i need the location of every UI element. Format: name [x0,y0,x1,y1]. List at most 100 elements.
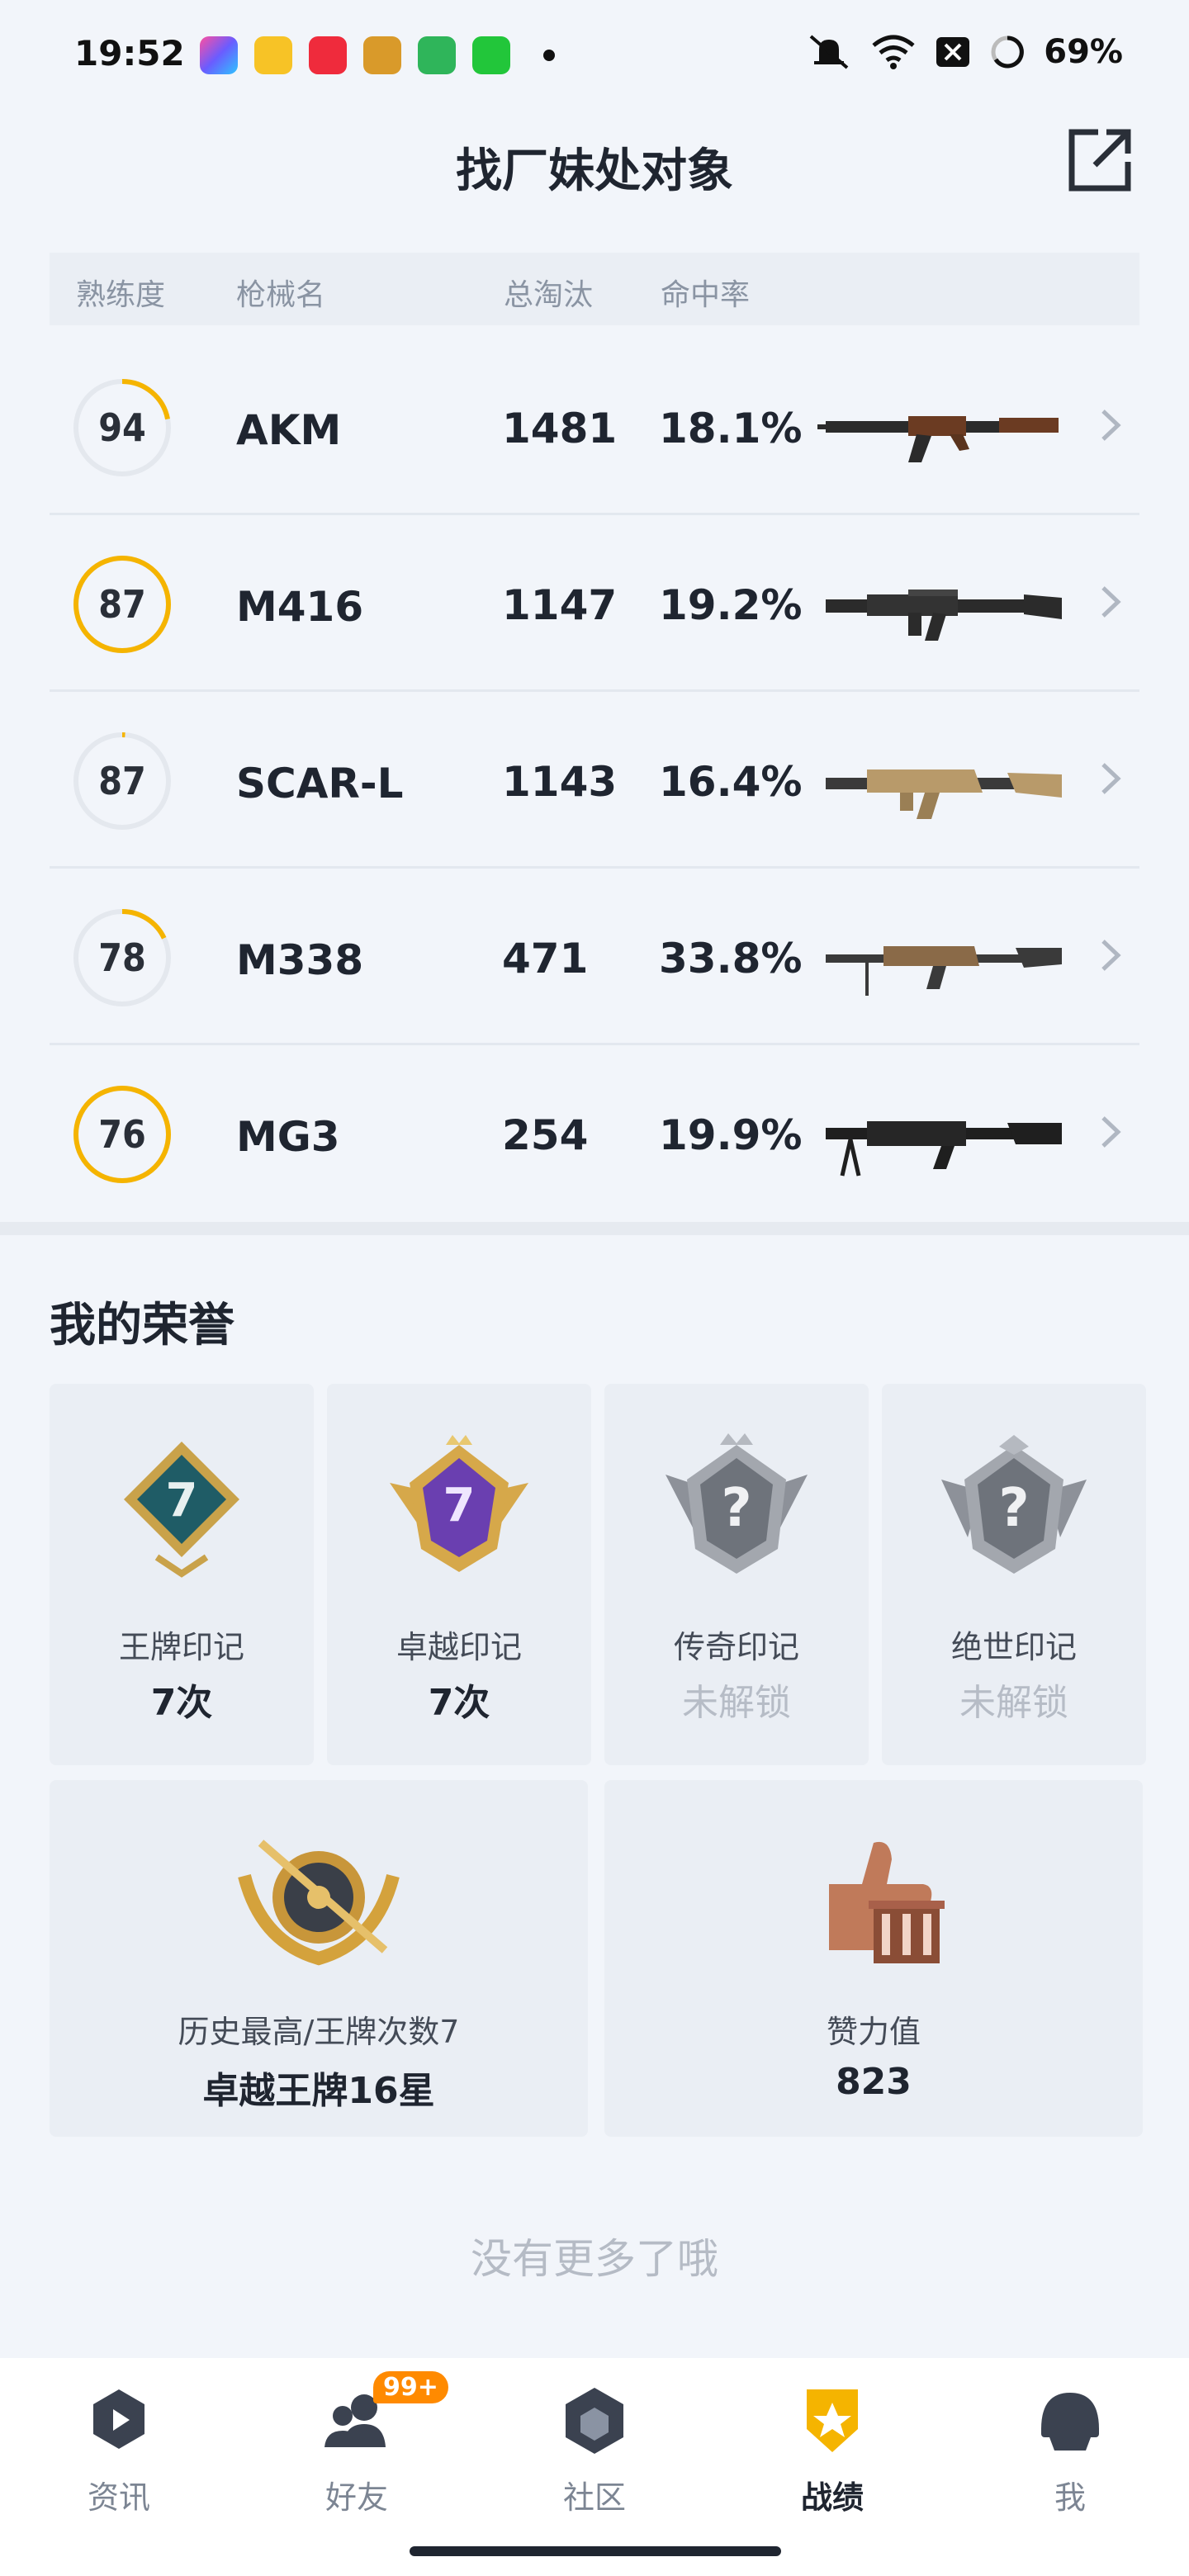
news-icon [93,2389,144,2449]
community-icon [566,2388,623,2454]
header-hitrate: 命中率 [661,278,751,312]
app-target-icon [254,36,292,74]
weapon-row[interactable]: 94 AKM 1481 18.1% [50,339,1139,515]
svg-text:7: 7 [166,1474,198,1527]
weapon-name: M338 [236,936,364,984]
proficiency-value: 87 [98,759,146,803]
weapon-row[interactable]: 87 SCAR-L 1143 16.4% [50,692,1139,869]
badge-label: 卓越印记 [396,1629,522,1665]
header-weapon: 枪械名 [236,278,326,312]
hitrate-value: 19.2% [659,581,803,629]
highest-rank-label: 历史最高/王牌次数7 [178,2014,460,2050]
mg3-gun-icon [826,1121,1062,1177]
badge-value-locked: 未解锁 [682,1682,791,1724]
battery-ring-icon [989,34,1026,70]
weapon-table: 94 AKM 1481 18.1% 87 M416 1147 19.2% 87 … [50,339,1139,1222]
badge-value-locked: 未解锁 [959,1682,1068,1724]
proficiency-ring: 87 [71,553,173,656]
proficiency-ring: 87 [71,730,173,832]
badge-label: 传奇印记 [673,1629,799,1665]
akm-gun-icon [817,416,1059,462]
honor-card-ace[interactable]: 7 王牌印记 7次 [50,1384,314,1765]
music-icon [309,36,347,74]
header-kills: 总淘汰 [504,278,594,312]
share-button[interactable] [1065,125,1135,195]
home-indicator[interactable] [410,2546,781,2556]
svg-text:?: ? [998,1478,1029,1539]
weapon-row[interactable]: 87 M416 1147 19.2% [50,515,1139,692]
weapon-row[interactable]: 76 MG3 254 19.9% [50,1045,1139,1222]
badge-label: 绝世印记 [950,1629,1077,1665]
peerless-badge-locked-icon: ? [941,1435,1087,1574]
weapon-row[interactable]: 78 M338 471 33.8% [50,869,1139,1045]
honor-card-legend[interactable]: ? 传奇印记 未解锁 [604,1384,869,1765]
hitrate-value: 19.9% [659,1111,803,1159]
weapon-name: M416 [236,583,364,631]
likes-card[interactable]: 赞力值 823 [604,1780,1143,2137]
game-icon [363,36,401,74]
system-icons: 69% [806,33,1123,71]
header-proficiency: 熟练度 [76,278,166,312]
nav-friends[interactable]: 99+ 好友 [274,2371,448,2531]
badge-value: 7次 [428,1682,490,1724]
nav-record[interactable]: 战绩 [750,2383,915,2531]
hitrate-value: 33.8% [659,935,803,983]
chevron-right-icon [1101,1116,1121,1148]
bottom-nav: 资讯 99+ 好友 社区 战绩 我 [0,2358,1189,2576]
shield-app-icon [418,36,456,74]
battery-percent: 69% [1044,33,1123,71]
friends-badge: 99+ [373,2371,448,2403]
badge-label: 王牌印记 [118,1629,244,1665]
header: 找厂妹处对象 [0,116,1189,215]
nav-me[interactable]: 我 [988,2383,1153,2531]
honor-card-elite[interactable]: 7 卓越印记 7次 [327,1384,591,1765]
notification-icons [200,36,510,74]
no-more-text: 没有更多了哦 [471,2235,718,2283]
m416-gun-icon [826,590,1062,641]
highest-rank-value: 卓越王牌16星 [202,2070,435,2112]
proficiency-ring: 76 [71,1083,173,1186]
me-icon [1041,2393,1099,2451]
weapon-name: MG3 [236,1113,340,1161]
grid-app-icon [472,36,510,74]
app-star-icon [200,36,238,74]
status-bar: 19:52 69% [0,0,1189,107]
chevron-right-icon [1101,940,1121,971]
hitrate-value: 18.1% [659,405,803,452]
likes-value: 823 [836,2061,912,2103]
mute-icon [806,33,852,71]
rank-emblem-icon [238,1840,400,1966]
honor-card-peerless[interactable]: ? 绝世印记 未解锁 [882,1384,1146,1765]
more-notifications-dot [543,50,555,61]
elite-badge-icon: 7 [390,1435,528,1572]
nav-label: 战绩 [800,2479,864,2516]
close-box-icon [935,36,971,69]
section-divider [0,1222,1189,1235]
share-external-icon [1068,129,1131,192]
kills-value: 254 [502,1111,589,1159]
scar-gun-icon [826,769,1062,819]
record-icon [807,2389,858,2452]
nav-news[interactable]: 资讯 [36,2383,201,2531]
proficiency-value: 76 [98,1112,146,1157]
hitrate-value: 16.4% [659,758,803,806]
svg-text:?: ? [721,1478,751,1539]
weapon-table-header: 熟练度 枪械名 总淘汰 命中率 [50,253,1139,325]
svg-text:7: 7 [443,1479,476,1532]
nav-label: 我 [1054,2479,1086,2516]
kills-value: 1481 [502,405,618,452]
nav-community[interactable]: 社区 [512,2383,677,2531]
chevron-right-icon [1101,410,1121,441]
proficiency-value: 78 [98,935,146,980]
honors-title: 我的荣誉 [50,1299,234,1352]
proficiency-ring: 94 [71,376,173,479]
ace-badge-icon: 7 [124,1442,239,1578]
badge-value: 7次 [150,1682,213,1724]
proficiency-value: 87 [98,582,146,627]
chevron-right-icon [1101,763,1121,794]
likes-label: 赞力值 [826,2014,921,2050]
nav-label: 资讯 [87,2479,150,2516]
chevron-right-icon [1101,586,1121,618]
highest-rank-card[interactable]: 历史最高/王牌次数7 卓越王牌16星 [50,1780,588,2137]
legend-badge-locked-icon: ? [666,1433,808,1574]
